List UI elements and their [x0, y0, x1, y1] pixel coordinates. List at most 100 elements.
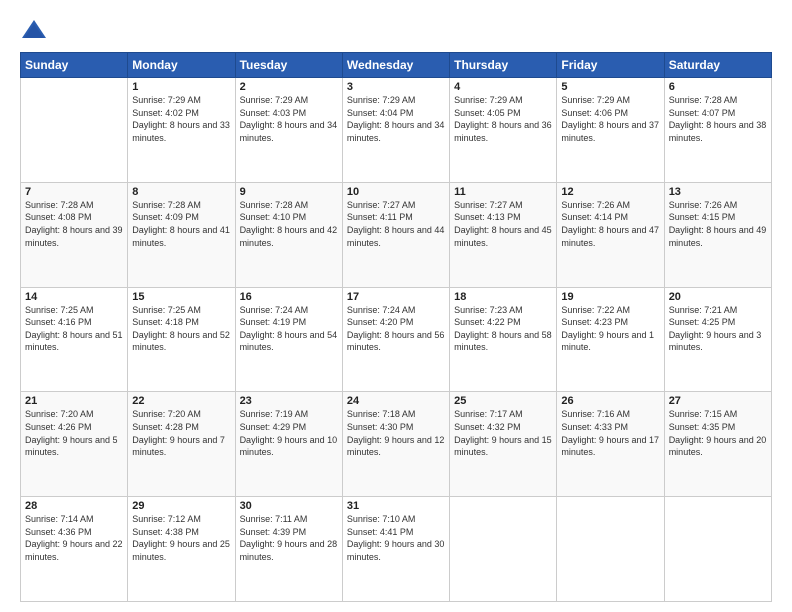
- day-number: 11: [454, 186, 552, 198]
- page: SundayMondayTuesdayWednesdayThursdayFrid…: [0, 0, 792, 612]
- day-info: Sunrise: 7:23 AMSunset: 4:22 PMDaylight:…: [454, 304, 552, 354]
- calendar-cell: 25Sunrise: 7:17 AMSunset: 4:32 PMDayligh…: [450, 392, 557, 497]
- day-info: Sunrise: 7:20 AMSunset: 4:28 PMDaylight:…: [132, 408, 230, 458]
- day-number: 29: [132, 500, 230, 512]
- day-number: 26: [561, 395, 659, 407]
- day-info: Sunrise: 7:24 AMSunset: 4:20 PMDaylight:…: [347, 304, 445, 354]
- weekday-header-monday: Monday: [128, 53, 235, 78]
- calendar-header-row: SundayMondayTuesdayWednesdayThursdayFrid…: [21, 53, 772, 78]
- day-info: Sunrise: 7:16 AMSunset: 4:33 PMDaylight:…: [561, 408, 659, 458]
- calendar-cell: 4Sunrise: 7:29 AMSunset: 4:05 PMDaylight…: [450, 78, 557, 183]
- day-info: Sunrise: 7:10 AMSunset: 4:41 PMDaylight:…: [347, 513, 445, 563]
- calendar-week-2: 7Sunrise: 7:28 AMSunset: 4:08 PMDaylight…: [21, 182, 772, 287]
- day-info: Sunrise: 7:28 AMSunset: 4:09 PMDaylight:…: [132, 199, 230, 249]
- logo-icon: [20, 16, 48, 44]
- day-number: 28: [25, 500, 123, 512]
- weekday-header-friday: Friday: [557, 53, 664, 78]
- calendar: SundayMondayTuesdayWednesdayThursdayFrid…: [20, 52, 772, 602]
- calendar-cell: 3Sunrise: 7:29 AMSunset: 4:04 PMDaylight…: [342, 78, 449, 183]
- calendar-cell: 28Sunrise: 7:14 AMSunset: 4:36 PMDayligh…: [21, 497, 128, 602]
- day-info: Sunrise: 7:25 AMSunset: 4:16 PMDaylight:…: [25, 304, 123, 354]
- day-number: 2: [240, 81, 338, 93]
- day-number: 9: [240, 186, 338, 198]
- day-info: Sunrise: 7:27 AMSunset: 4:13 PMDaylight:…: [454, 199, 552, 249]
- day-info: Sunrise: 7:29 AMSunset: 4:06 PMDaylight:…: [561, 94, 659, 144]
- day-number: 27: [669, 395, 767, 407]
- day-number: 7: [25, 186, 123, 198]
- day-number: 6: [669, 81, 767, 93]
- calendar-cell: 6Sunrise: 7:28 AMSunset: 4:07 PMDaylight…: [664, 78, 771, 183]
- day-number: 23: [240, 395, 338, 407]
- day-number: 14: [25, 291, 123, 303]
- day-info: Sunrise: 7:29 AMSunset: 4:02 PMDaylight:…: [132, 94, 230, 144]
- calendar-cell: 26Sunrise: 7:16 AMSunset: 4:33 PMDayligh…: [557, 392, 664, 497]
- calendar-cell: 21Sunrise: 7:20 AMSunset: 4:26 PMDayligh…: [21, 392, 128, 497]
- day-number: 21: [25, 395, 123, 407]
- calendar-cell: 9Sunrise: 7:28 AMSunset: 4:10 PMDaylight…: [235, 182, 342, 287]
- weekday-header-tuesday: Tuesday: [235, 53, 342, 78]
- calendar-cell: 18Sunrise: 7:23 AMSunset: 4:22 PMDayligh…: [450, 287, 557, 392]
- calendar-week-5: 28Sunrise: 7:14 AMSunset: 4:36 PMDayligh…: [21, 497, 772, 602]
- calendar-cell: [664, 497, 771, 602]
- day-info: Sunrise: 7:25 AMSunset: 4:18 PMDaylight:…: [132, 304, 230, 354]
- day-number: 18: [454, 291, 552, 303]
- calendar-cell: 23Sunrise: 7:19 AMSunset: 4:29 PMDayligh…: [235, 392, 342, 497]
- calendar-cell: 16Sunrise: 7:24 AMSunset: 4:19 PMDayligh…: [235, 287, 342, 392]
- day-info: Sunrise: 7:20 AMSunset: 4:26 PMDaylight:…: [25, 408, 123, 458]
- calendar-cell: 15Sunrise: 7:25 AMSunset: 4:18 PMDayligh…: [128, 287, 235, 392]
- day-info: Sunrise: 7:22 AMSunset: 4:23 PMDaylight:…: [561, 304, 659, 354]
- day-number: 19: [561, 291, 659, 303]
- day-info: Sunrise: 7:29 AMSunset: 4:04 PMDaylight:…: [347, 94, 445, 144]
- calendar-cell: 27Sunrise: 7:15 AMSunset: 4:35 PMDayligh…: [664, 392, 771, 497]
- day-info: Sunrise: 7:24 AMSunset: 4:19 PMDaylight:…: [240, 304, 338, 354]
- calendar-cell: 19Sunrise: 7:22 AMSunset: 4:23 PMDayligh…: [557, 287, 664, 392]
- day-number: 8: [132, 186, 230, 198]
- day-info: Sunrise: 7:15 AMSunset: 4:35 PMDaylight:…: [669, 408, 767, 458]
- calendar-cell: 30Sunrise: 7:11 AMSunset: 4:39 PMDayligh…: [235, 497, 342, 602]
- calendar-cell: 20Sunrise: 7:21 AMSunset: 4:25 PMDayligh…: [664, 287, 771, 392]
- weekday-header-saturday: Saturday: [664, 53, 771, 78]
- day-info: Sunrise: 7:28 AMSunset: 4:07 PMDaylight:…: [669, 94, 767, 144]
- day-number: 24: [347, 395, 445, 407]
- calendar-week-3: 14Sunrise: 7:25 AMSunset: 4:16 PMDayligh…: [21, 287, 772, 392]
- calendar-cell: 1Sunrise: 7:29 AMSunset: 4:02 PMDaylight…: [128, 78, 235, 183]
- day-number: 15: [132, 291, 230, 303]
- day-number: 4: [454, 81, 552, 93]
- calendar-cell: 17Sunrise: 7:24 AMSunset: 4:20 PMDayligh…: [342, 287, 449, 392]
- day-number: 3: [347, 81, 445, 93]
- day-number: 30: [240, 500, 338, 512]
- calendar-cell: [557, 497, 664, 602]
- day-info: Sunrise: 7:17 AMSunset: 4:32 PMDaylight:…: [454, 408, 552, 458]
- logo: [20, 16, 52, 44]
- calendar-cell: 12Sunrise: 7:26 AMSunset: 4:14 PMDayligh…: [557, 182, 664, 287]
- day-info: Sunrise: 7:18 AMSunset: 4:30 PMDaylight:…: [347, 408, 445, 458]
- day-number: 12: [561, 186, 659, 198]
- day-info: Sunrise: 7:28 AMSunset: 4:08 PMDaylight:…: [25, 199, 123, 249]
- day-info: Sunrise: 7:11 AMSunset: 4:39 PMDaylight:…: [240, 513, 338, 563]
- day-number: 1: [132, 81, 230, 93]
- calendar-cell: [450, 497, 557, 602]
- calendar-cell: 10Sunrise: 7:27 AMSunset: 4:11 PMDayligh…: [342, 182, 449, 287]
- day-info: Sunrise: 7:21 AMSunset: 4:25 PMDaylight:…: [669, 304, 767, 354]
- day-info: Sunrise: 7:26 AMSunset: 4:14 PMDaylight:…: [561, 199, 659, 249]
- day-number: 5: [561, 81, 659, 93]
- calendar-cell: 31Sunrise: 7:10 AMSunset: 4:41 PMDayligh…: [342, 497, 449, 602]
- calendar-cell: 7Sunrise: 7:28 AMSunset: 4:08 PMDaylight…: [21, 182, 128, 287]
- day-number: 10: [347, 186, 445, 198]
- day-info: Sunrise: 7:26 AMSunset: 4:15 PMDaylight:…: [669, 199, 767, 249]
- day-info: Sunrise: 7:29 AMSunset: 4:03 PMDaylight:…: [240, 94, 338, 144]
- day-info: Sunrise: 7:28 AMSunset: 4:10 PMDaylight:…: [240, 199, 338, 249]
- calendar-cell: 29Sunrise: 7:12 AMSunset: 4:38 PMDayligh…: [128, 497, 235, 602]
- day-info: Sunrise: 7:27 AMSunset: 4:11 PMDaylight:…: [347, 199, 445, 249]
- calendar-cell: 2Sunrise: 7:29 AMSunset: 4:03 PMDaylight…: [235, 78, 342, 183]
- day-number: 17: [347, 291, 445, 303]
- day-number: 20: [669, 291, 767, 303]
- calendar-week-4: 21Sunrise: 7:20 AMSunset: 4:26 PMDayligh…: [21, 392, 772, 497]
- weekday-header-wednesday: Wednesday: [342, 53, 449, 78]
- day-number: 16: [240, 291, 338, 303]
- calendar-cell: 5Sunrise: 7:29 AMSunset: 4:06 PMDaylight…: [557, 78, 664, 183]
- weekday-header-sunday: Sunday: [21, 53, 128, 78]
- calendar-cell: 22Sunrise: 7:20 AMSunset: 4:28 PMDayligh…: [128, 392, 235, 497]
- day-number: 25: [454, 395, 552, 407]
- header: [20, 16, 772, 44]
